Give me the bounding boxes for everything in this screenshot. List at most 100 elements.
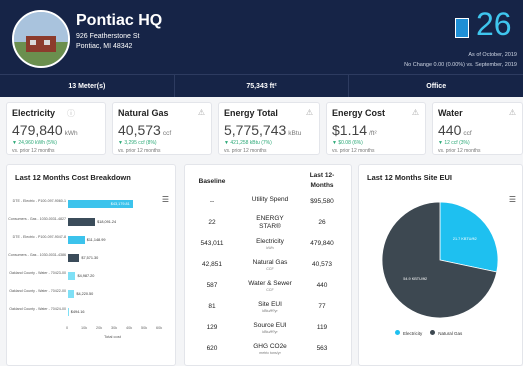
x-tick-label: 60k	[156, 326, 163, 330]
warning-icon[interactable]: ⚠	[306, 108, 313, 117]
legend-dot-icon	[430, 330, 436, 335]
cost-breakdown-panel: Last 12 Months Cost Breakdown ☰	[6, 164, 176, 366]
bar-value-label: $11,148.99	[86, 238, 106, 242]
last12-value: 40,573	[312, 261, 332, 268]
card-change: ▼ 12 ccf (3%)	[438, 140, 470, 146]
warning-icon[interactable]: ⚠	[198, 108, 205, 117]
building-type: Office	[426, 82, 447, 90]
electricity-card[interactable]: Electricity ⓘ 479,840 kWh ▼ 24,960 kWh (5…	[6, 102, 106, 155]
building-address-line1: 926 Featherstone St	[76, 33, 140, 40]
cost-bar[interactable]	[68, 308, 69, 316]
floor-area: 75,343 ft²	[175, 75, 350, 97]
last12-value: 440	[316, 282, 328, 289]
warning-icon[interactable]: ⚠	[509, 108, 516, 117]
baseline-value: 587	[206, 282, 218, 289]
baseline-value: 129	[206, 324, 218, 331]
x-tick-label: 10k	[81, 326, 88, 330]
panel-title: Last 12 Months Cost Breakdown	[15, 173, 131, 182]
cost-bar[interactable]	[68, 254, 80, 262]
energy-star-score: 26	[476, 6, 512, 42]
last12-value: 119	[316, 324, 328, 331]
legend-item[interactable]: Electricity	[395, 330, 422, 336]
x-tick-label: 30k	[111, 326, 118, 330]
legend-item[interactable]: Natural Gas	[430, 330, 463, 336]
energy-total-card[interactable]: Energy Total ⚠ 5,775,743 kBtu ▼ 421,258 k…	[218, 102, 320, 155]
card-change: ▼ 421,258 kBtu (7%)	[224, 140, 272, 146]
bar-category-label: DTE - Electric - P100-097-9060-1	[12, 199, 66, 203]
col-header-baseline: Baseline	[198, 178, 226, 185]
x-tick-label: 0	[66, 326, 69, 330]
cost-bar[interactable]	[68, 272, 76, 280]
card-title: Water	[438, 108, 463, 118]
baseline-value: 42,851	[202, 261, 222, 268]
cost-bar[interactable]	[68, 236, 85, 244]
energy-cost-card[interactable]: Energy Cost ⚠ $1.14/ft² ▼ $0.08 (6%) vs.…	[326, 102, 426, 155]
score-as-of: As of October, 2019	[468, 52, 517, 58]
cost-bar[interactable]	[68, 218, 96, 226]
menu-icon[interactable]: ☰	[162, 195, 169, 204]
card-unit: /ft²	[369, 130, 377, 137]
info-icon[interactable]: ⓘ	[67, 108, 75, 119]
metric-unit: metric tons/yr	[259, 351, 281, 355]
building-address-line2: Pontiac, MI 48342	[76, 43, 133, 50]
natural-gas-card[interactable]: Natural Gas ⚠ 40,573 ccf ▼ 3,295 ccf (8%)…	[112, 102, 212, 155]
col-header-last12-line1: Last 12-	[309, 172, 335, 179]
x-tick-label: 40k	[126, 326, 133, 330]
energy-star-logo-icon	[455, 18, 469, 38]
meters-count[interactable]: 13 Meter(s)	[0, 75, 175, 97]
warning-icon[interactable]: ⚠	[412, 108, 419, 117]
bar-value-label: $4,987.20	[77, 274, 95, 278]
card-value: 40,573	[118, 122, 161, 138]
metric-name: Site EUI	[258, 301, 282, 308]
metric-unit: kWh	[266, 246, 274, 250]
x-tick-label: 20k	[96, 326, 103, 330]
card-period: vs. prior 12 months	[332, 148, 375, 154]
card-value-wrap: 479,840 kWh	[12, 122, 78, 138]
metric-name: Source EUI	[253, 322, 287, 329]
cost-bar[interactable]	[68, 290, 75, 298]
baseline-value: --	[209, 198, 215, 205]
card-title: Natural Gas	[118, 108, 169, 118]
last12-value: 563	[316, 345, 328, 352]
card-unit: ccf	[162, 130, 172, 137]
metric-unit: CCF	[266, 288, 274, 292]
card-value-wrap: 5,775,743 kBtu	[224, 122, 301, 138]
pie-slice-label: 21.7 KBTU/ft2	[453, 237, 477, 241]
card-value-wrap: 440 ccf	[438, 122, 472, 138]
col-header-last12-line2: Months	[310, 182, 334, 189]
card-period: vs. prior 12 months	[118, 148, 161, 154]
bar-category-label: Oakland County - Water - 70422-00	[9, 289, 66, 293]
score-change: No Change 0.00 (0.00%) vs. September, 20…	[404, 62, 517, 68]
card-value: 479,840	[12, 122, 63, 138]
card-unit: kBtu	[288, 130, 302, 137]
card-unit: kWh	[64, 130, 78, 137]
x-axis-title: Total cost	[104, 334, 121, 339]
card-value: $1.14	[332, 122, 368, 138]
card-value-wrap: 40,573 ccf	[118, 122, 171, 138]
bar-value-label: $4,220.50	[76, 292, 94, 296]
bar-category-label: Oakland County - Water - 70423-00	[9, 271, 66, 275]
card-period: vs. prior 12 months	[224, 148, 267, 154]
building-name: Pontiac HQ	[76, 12, 163, 29]
legend-label: Natural Gas	[438, 331, 463, 336]
metric-unit: kBtu/ft²/yr	[262, 330, 278, 334]
baseline-value: 543,011	[200, 240, 224, 247]
metric-name: Water & Sewer	[248, 280, 292, 287]
building-photo	[12, 10, 70, 68]
water-card[interactable]: Water ⚠ 440 ccf ▼ 12 ccf (3%) vs. prior 1…	[432, 102, 523, 155]
pie-slice-label: 54.9 KBTU/ft2	[403, 277, 427, 281]
card-change: ▼ 24,960 kWh (5%)	[12, 140, 57, 146]
baseline-value: 620	[206, 345, 218, 352]
baseline-value: 22	[208, 219, 216, 226]
bar-value-label: $43,179.81	[110, 202, 130, 206]
card-value: 5,775,743	[224, 122, 287, 138]
last12-value: 479,840	[310, 240, 334, 247]
bar-value-label: $18,091.24	[97, 220, 117, 224]
card-change: ▼ $0.08 (6%)	[332, 140, 363, 146]
last12-value: 77	[318, 303, 326, 310]
card-value-wrap: $1.14/ft²	[332, 122, 377, 138]
metric-name: GHG CO2e	[253, 343, 287, 350]
card-value: 440	[438, 122, 462, 138]
bar-category-label: Oakland County - Water - 70424-00	[9, 307, 66, 311]
last12-value: 26	[318, 219, 326, 226]
